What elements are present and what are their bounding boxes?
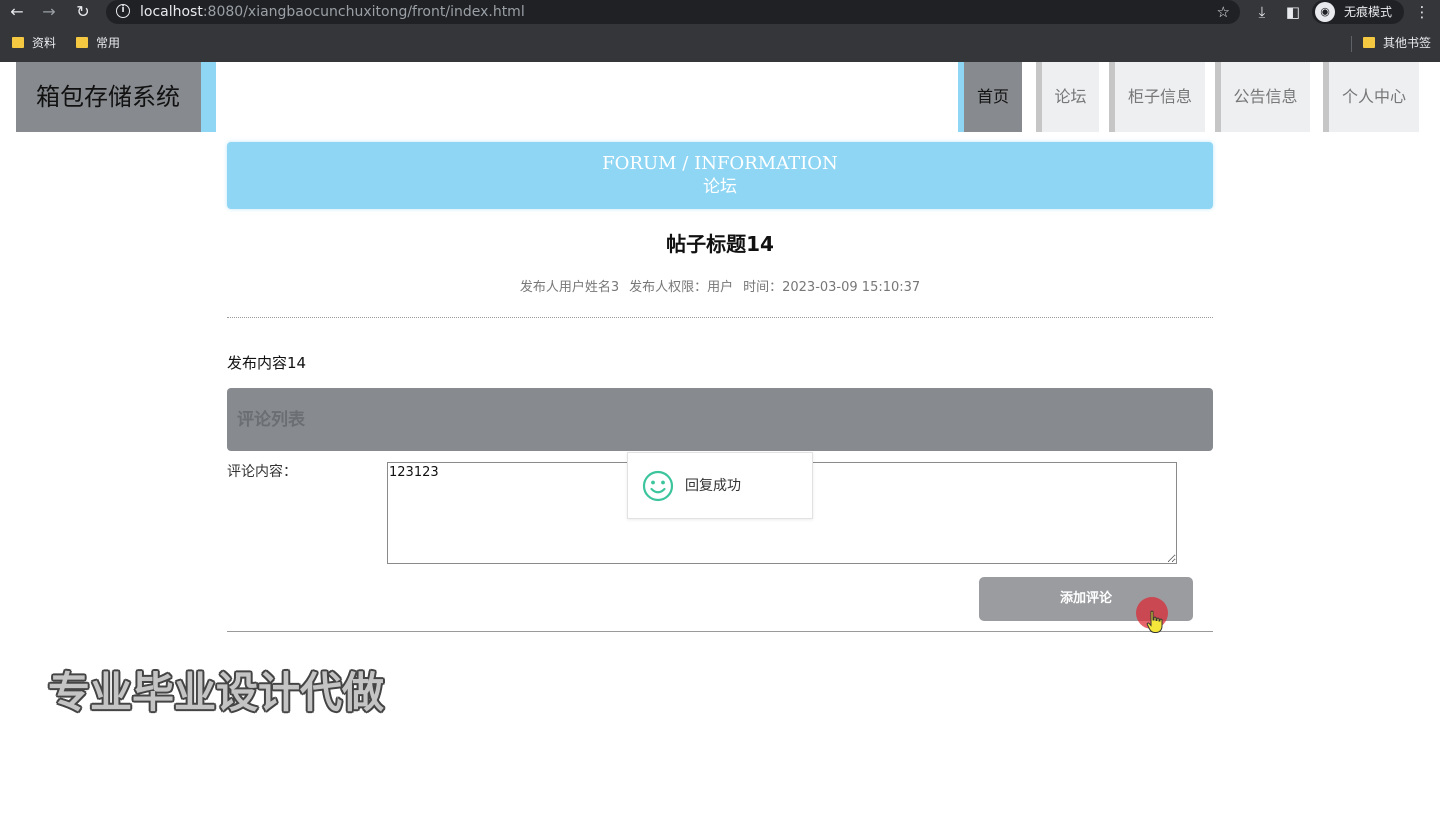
bookmark-label: 其他书签 [1383,36,1432,50]
browser-toolbar: ← → ↻ i localhost:8080/xiangbaocunchuxit… [0,0,1440,25]
address-bar[interactable]: i localhost:8080/xiangbaocunchuxitong/fr… [106,0,1240,24]
toast-message: 回复成功 [685,478,741,494]
nav-item-cabinet-info[interactable]: 柜子信息 [1109,62,1205,132]
section-banner: FORUM / INFORMATION 论坛 [227,142,1213,209]
bookmarks-divider [1351,36,1352,52]
incognito-label: 无痕模式 [1344,5,1393,19]
post-title: 帖子标题14 [666,232,774,256]
bookmark-label: 资料 [32,36,57,50]
post-content: 发布内容14 [227,354,307,372]
banner-title-en: FORUM / INFORMATION [602,153,838,174]
incognito-badge[interactable]: ◉ 无痕模式 [1312,0,1404,24]
folder-icon [76,37,88,48]
bookmarks-bar: 资料 常用 其他书签 [0,31,1440,56]
forward-icon[interactable]: → [38,2,60,22]
nav-item-forum[interactable]: 论坛 [1036,62,1099,132]
info-icon[interactable]: i [116,4,130,18]
smile-icon [642,470,674,502]
post-meta: 发布人用户姓名3 发布人权限：用户 时间：2023-03-09 15:10:37 [227,278,1213,298]
comments-divider [227,631,1213,632]
folder-icon [1363,37,1375,48]
url-path: :8080/xiangbaocunchuxitong/front/index.h… [202,4,525,20]
post-time: 时间：2023-03-09 15:10:37 [743,280,921,295]
bookmark-star-icon[interactable]: ☆ [1217,2,1230,22]
banner-title-cn: 论坛 [703,177,737,197]
post-author: 发布人用户姓名3 [519,280,620,295]
hand-cursor-icon [1146,610,1163,633]
nav-item-announcements[interactable]: 公告信息 [1215,62,1310,132]
bookmark-label: 常用 [96,36,121,50]
post-divider [227,317,1213,318]
back-icon[interactable]: ← [6,2,28,22]
download-icon[interactable]: ⤓ [1252,2,1272,22]
site-logo[interactable]: 箱包存储系统 [16,62,216,132]
success-toast: 回复成功 [627,452,813,519]
bookmark-folder-ziliao[interactable]: 资料 [12,34,56,52]
bookmark-folder-other[interactable]: 其他书签 [1363,34,1431,52]
bookmark-folder-changyong[interactable]: 常用 [76,34,120,52]
reload-icon[interactable]: ↻ [72,2,94,22]
address-url[interactable]: localhost:8080/xiangbaocunchuxitong/fron… [140,2,525,22]
site-title: 箱包存储系统 [36,83,180,111]
comment-label: 评论内容： [227,464,297,480]
nav-item-personal-center[interactable]: 个人中心 [1323,62,1419,132]
url-host: localhost [140,4,203,20]
watermark-text: 专业毕业设计代做 [48,668,385,717]
incognito-icon: ◉ [1315,2,1335,22]
menu-dots-icon[interactable]: ⋮ [1412,2,1432,22]
browser-chrome: ← → ↻ i localhost:8080/xiangbaocunchuxit… [0,0,1440,62]
folder-icon [12,37,24,48]
comment-list-header: 评论列表 [227,388,1213,451]
comment-list-title: 评论列表 [237,410,305,430]
nav-item-home[interactable]: 首页 [958,62,1022,132]
post-role: 发布人权限：用户 [629,280,734,295]
side-panel-icon[interactable]: ◧ [1283,2,1303,22]
